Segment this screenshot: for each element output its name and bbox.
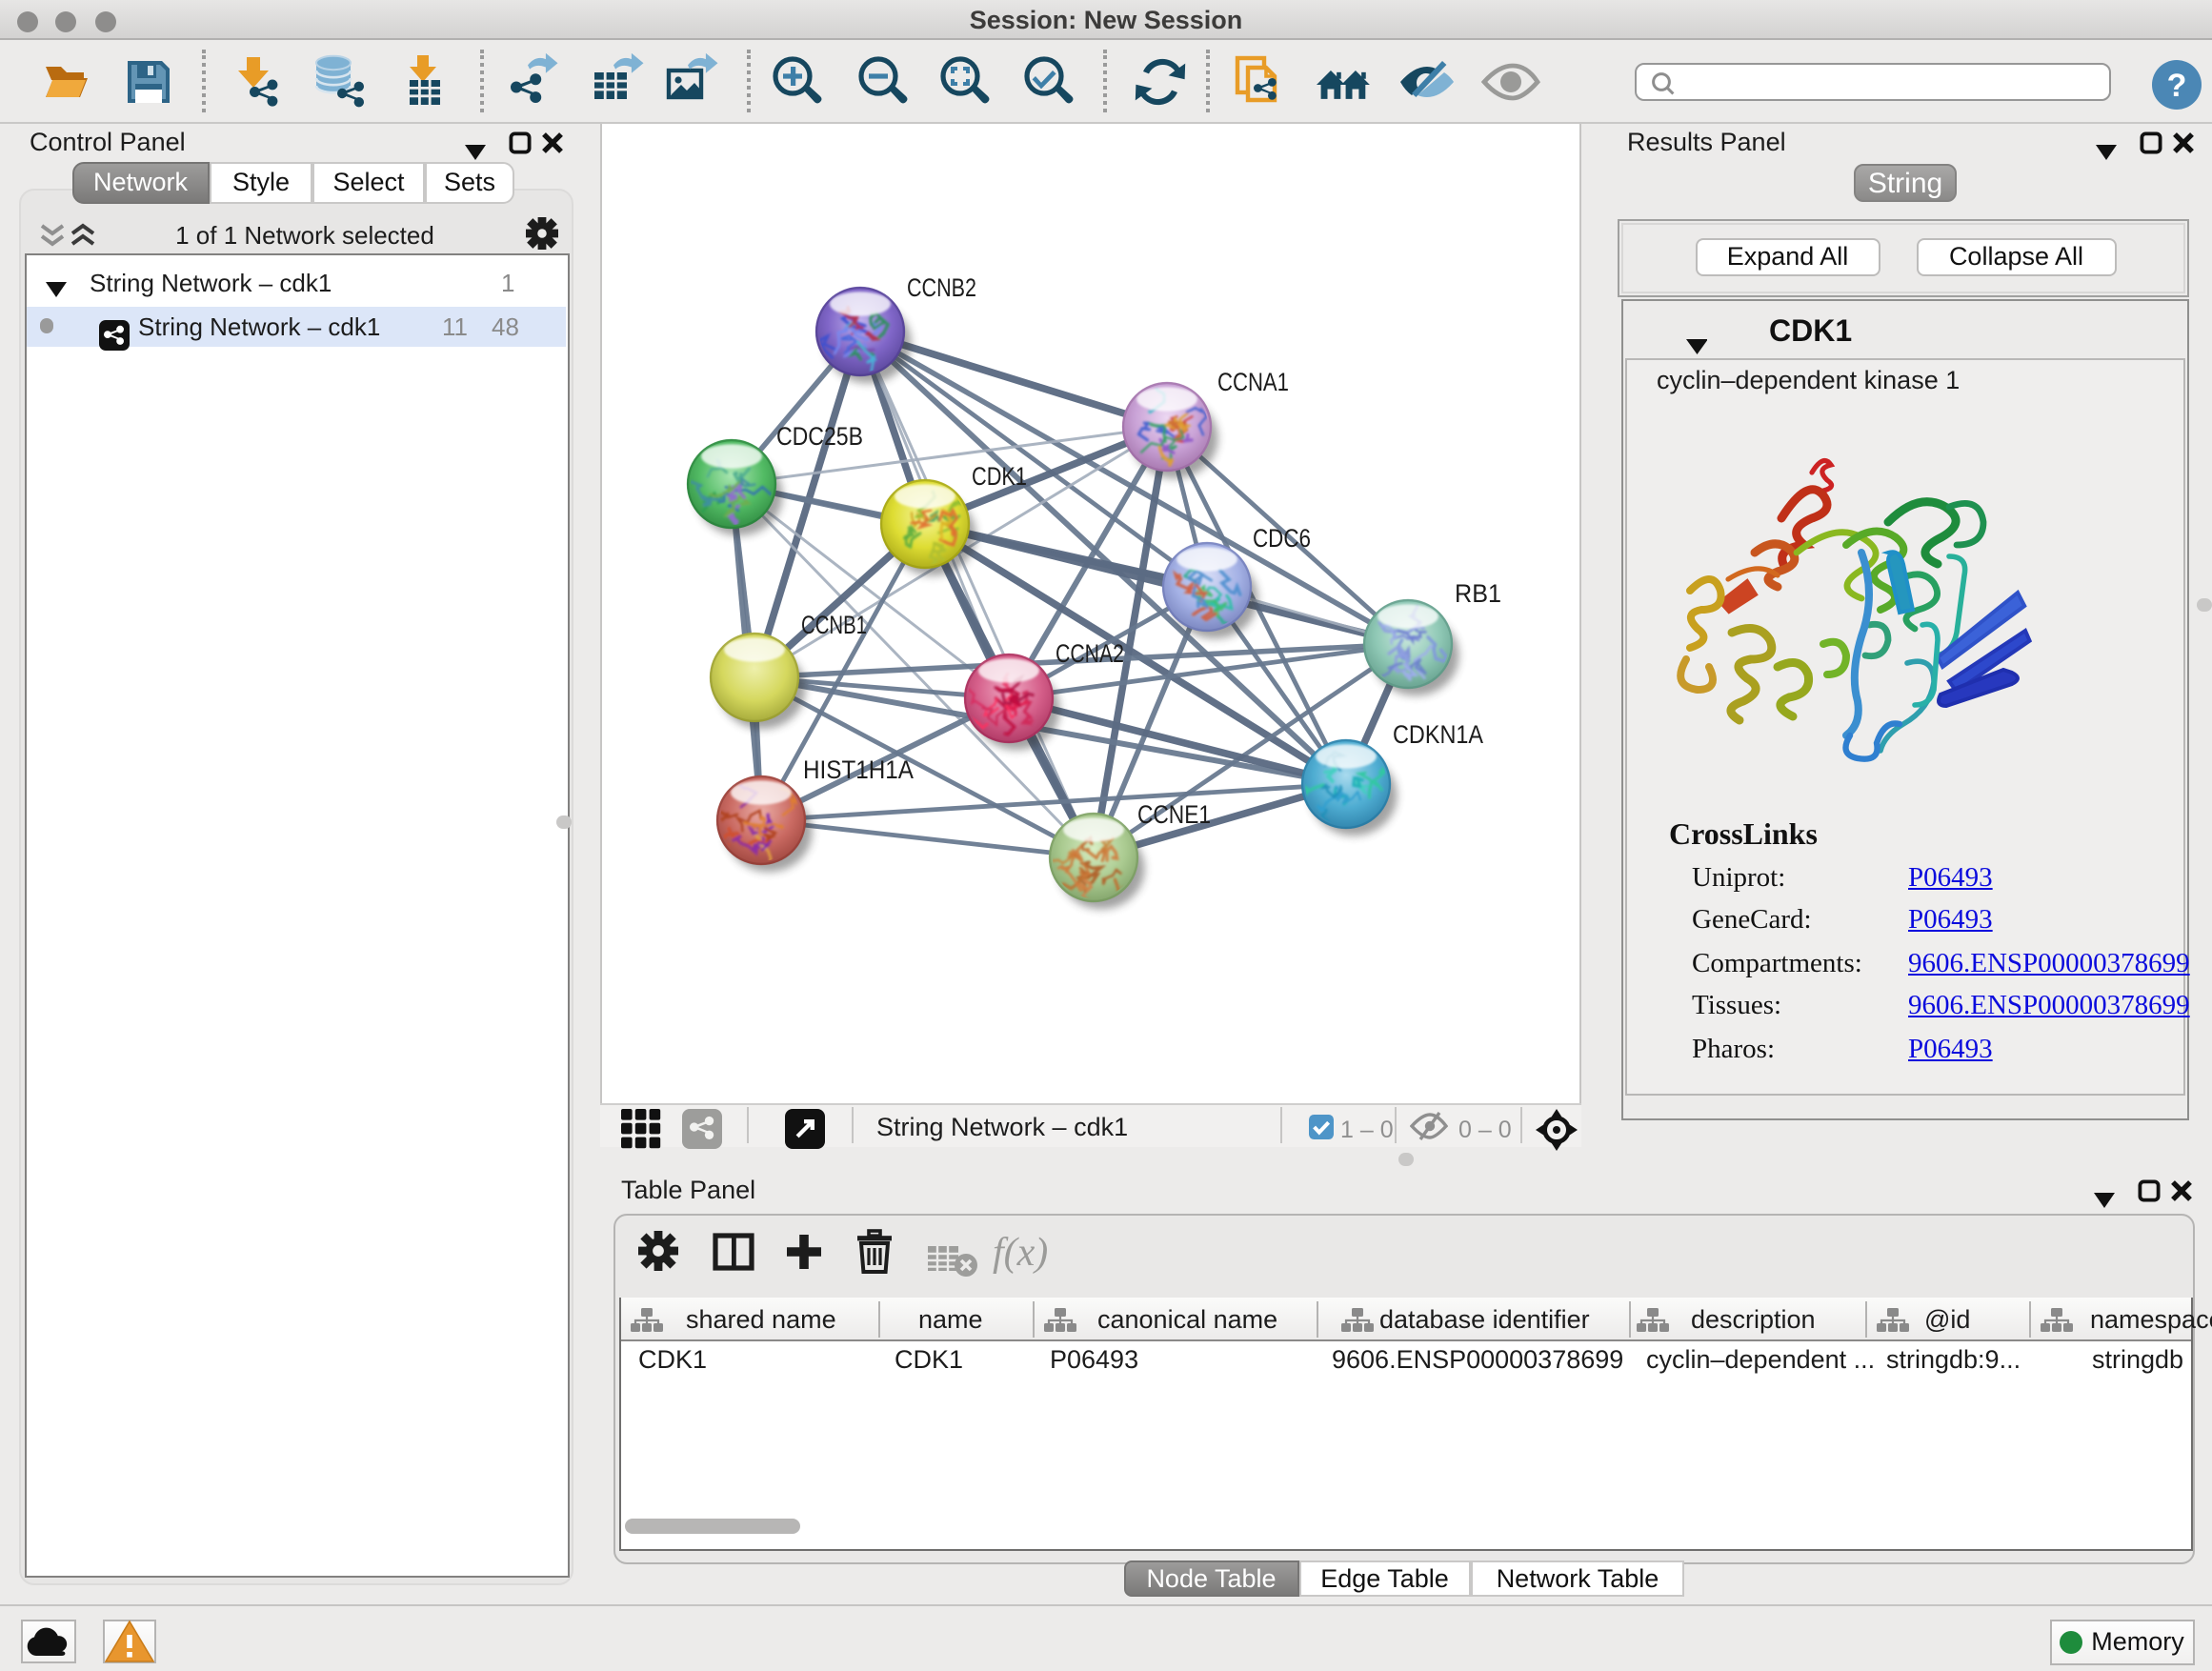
svg-text:CDC25B: CDC25B xyxy=(775,422,862,451)
svg-text:?: ? xyxy=(2167,67,2187,103)
svg-text:CCNB1: CCNB1 xyxy=(800,611,866,639)
svg-text:f(x): f(x) xyxy=(993,1231,1048,1275)
svg-text:CCNA1: CCNA1 xyxy=(1217,368,1288,396)
svg-text:CCNE1: CCNE1 xyxy=(1136,800,1210,829)
svg-text:HIST1H1A: HIST1H1A xyxy=(802,755,913,784)
svg-text:RB1: RB1 xyxy=(1454,579,1500,608)
svg-text:CDKN1A: CDKN1A xyxy=(1392,720,1482,749)
svg-text:CDK1: CDK1 xyxy=(971,462,1026,491)
svg-text:CCNA2: CCNA2 xyxy=(1055,639,1123,668)
svg-text:CDC6: CDC6 xyxy=(1252,524,1310,553)
svg-text:CCNB2: CCNB2 xyxy=(906,273,975,302)
